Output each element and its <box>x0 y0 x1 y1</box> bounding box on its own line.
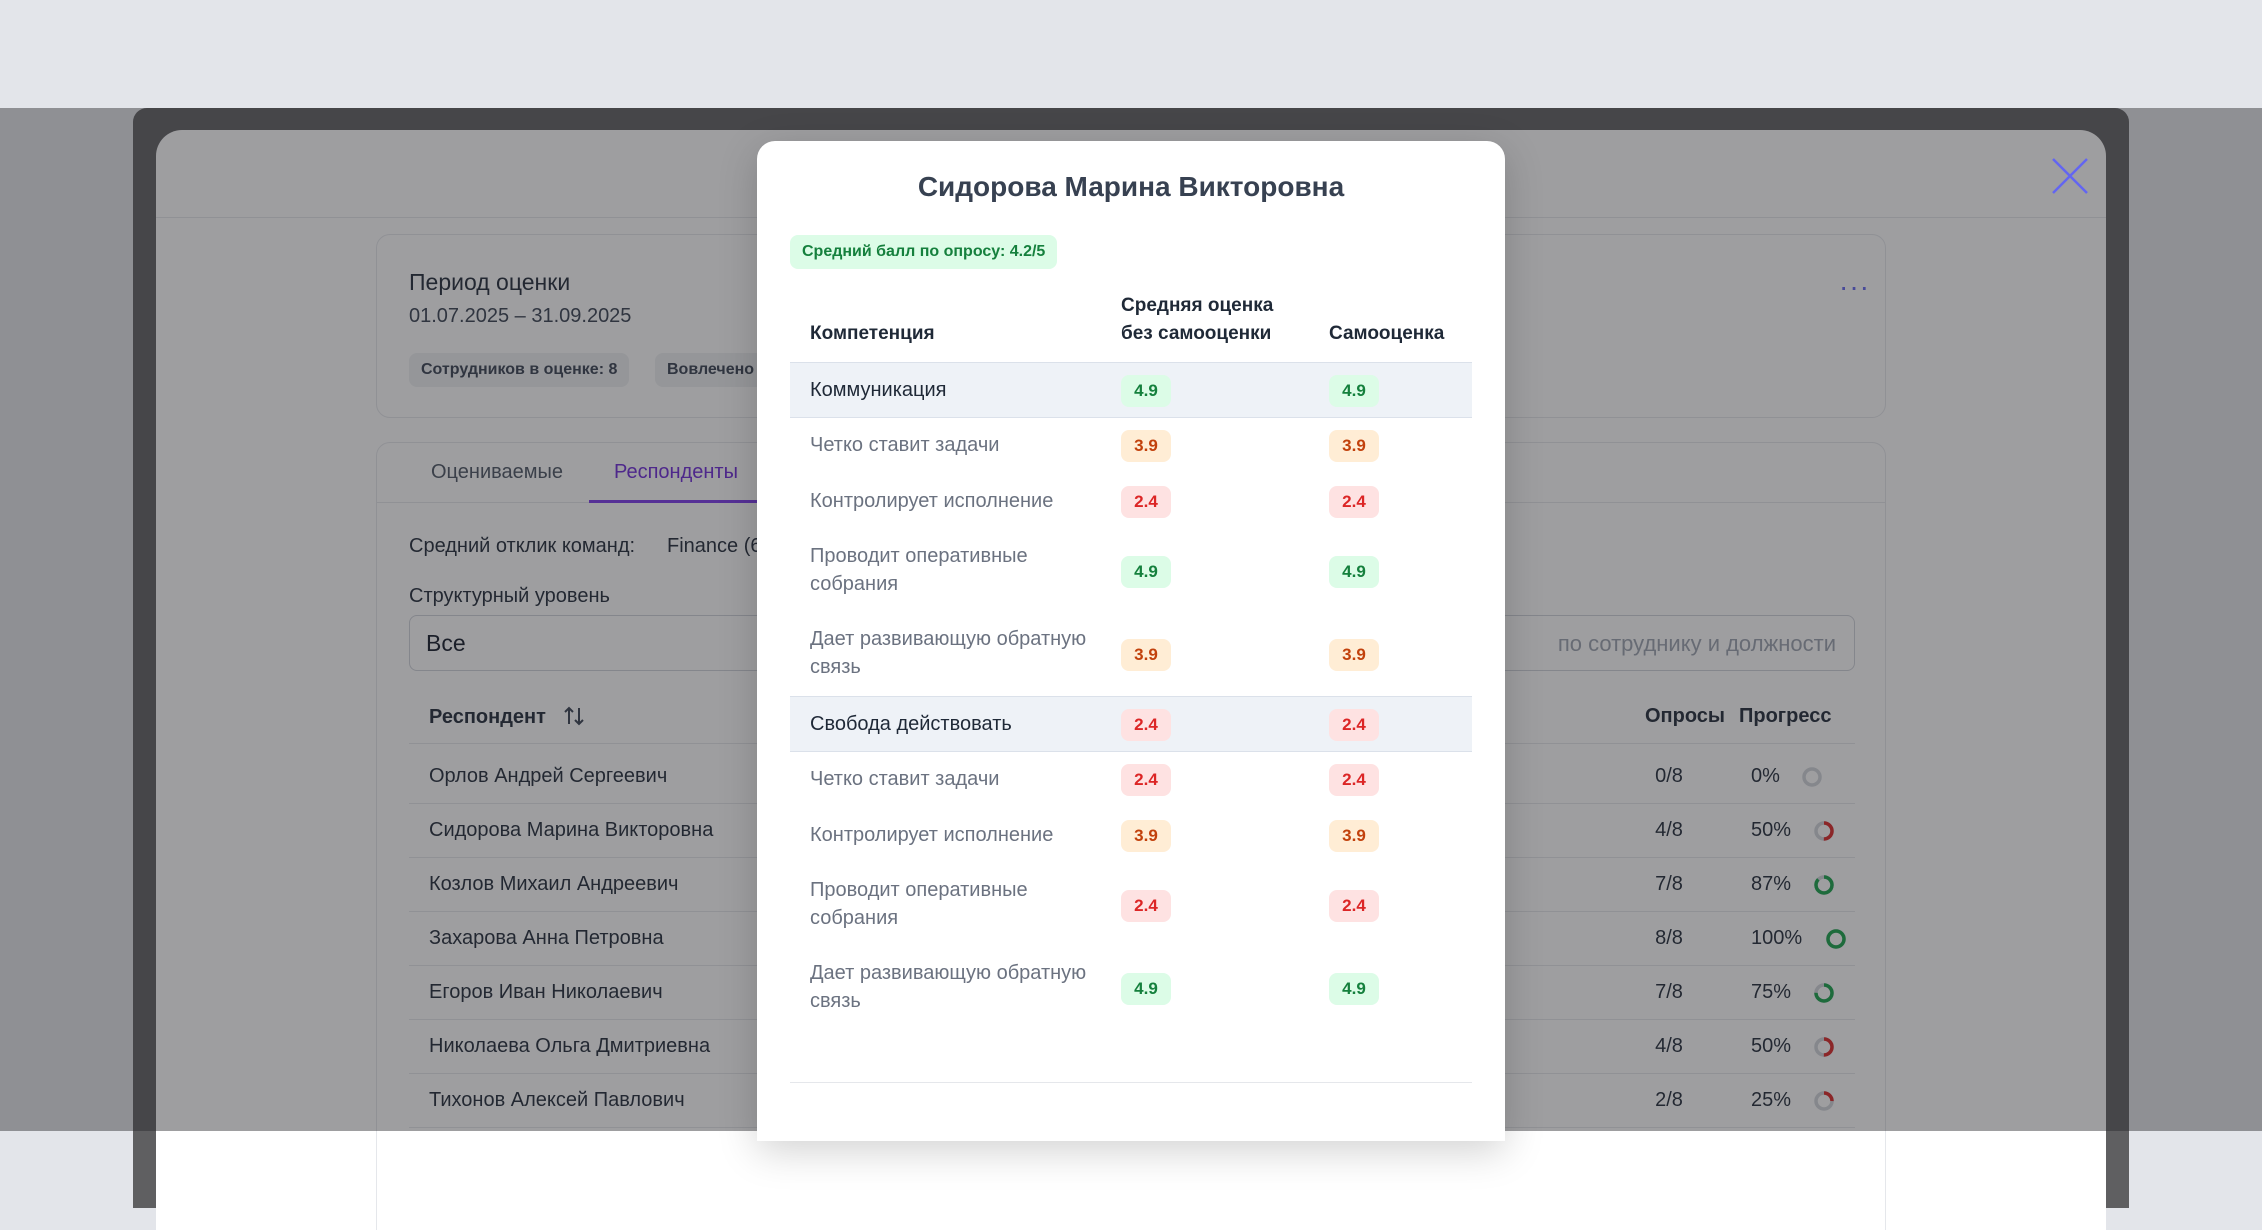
competency-label: Дает развивающую обратную связь <box>810 962 1087 1012</box>
modal-footer-divider <box>790 1082 1472 1083</box>
competency-row: Контролирует исполнение 3.9 3.9 <box>790 808 1472 864</box>
modal-title: Сидорова Марина Викторовна <box>917 171 1345 202</box>
self-score-badge: 4.9 <box>1329 556 1379 588</box>
avg-response-team: Finance (6 <box>667 535 762 557</box>
competency-label: Четко ставит задачи <box>810 434 1000 456</box>
competency-row: Контролирует исполнение 2.4 2.4 <box>790 474 1472 530</box>
competency-group-row: Свобода действовать 2.4 2.4 <box>790 696 1472 752</box>
self-score-badge: 4.9 <box>1329 375 1379 407</box>
progress-percent: 0% <box>1751 765 1780 787</box>
tab-evaluated[interactable]: Оцениваемые <box>431 461 563 484</box>
progress-percent: 50% <box>1751 1035 1792 1057</box>
competency-row: Четко ставит задачи 3.9 3.9 <box>790 418 1472 474</box>
competency-row: Дает развивающую обратную связь 3.9 3.9 <box>790 613 1472 696</box>
progress-column-header: Прогресс <box>1739 705 1832 727</box>
progress-ring-icon <box>1826 929 1846 949</box>
avg-score-badge: 2.4 <box>1121 890 1171 922</box>
competency-label: Контролирует исполнение <box>810 490 1054 512</box>
progress-ring-icon <box>1802 767 1822 787</box>
respondent-header-label: Респондент <box>429 706 546 728</box>
page-background <box>0 0 2262 108</box>
surveys-count: 7/8 <box>1655 981 1683 1003</box>
self-score-badge: 2.4 <box>1329 890 1379 922</box>
progress-ring-icon <box>1814 1037 1834 1057</box>
more-options-icon[interactable]: ··· <box>1839 271 1870 303</box>
involved-chip: Вовлечено <box>655 353 767 387</box>
competency-row: Дает развивающую обратную связь 4.9 4.9 <box>790 947 1472 1030</box>
self-score-badge: 2.4 <box>1329 486 1379 518</box>
self-score-badge: 3.9 <box>1329 820 1379 852</box>
competency-row: Проводит оперативные собрания 4.9 4.9 <box>790 530 1472 613</box>
competency-label: Контролирует исполнение <box>810 824 1054 846</box>
surveys-count: 4/8 <box>1655 1035 1683 1057</box>
surveys-count: 8/8 <box>1655 927 1683 949</box>
sort-icon[interactable] <box>563 705 585 727</box>
avg-score-badge: 2.4 <box>1121 764 1171 796</box>
competency-label: Четко ставит задачи <box>810 768 1000 790</box>
competency-row: Четко ставит задачи 2.4 2.4 <box>790 752 1472 808</box>
avg-score-badge: 4.9 <box>1121 375 1171 407</box>
employees-chip: Сотрудников в оценке: 8 <box>409 353 630 387</box>
period-title: Период оценки <box>409 269 571 295</box>
avg-column-header-line1: Средняя оценка <box>1121 295 1274 316</box>
respondent-name: Николаева Ольга Дмитриевна <box>429 1035 711 1057</box>
progress-percent: 87% <box>1751 873 1792 895</box>
avg-score-badge: 2.4 <box>1121 709 1171 741</box>
self-score-badge: 2.4 <box>1329 709 1379 741</box>
competency-row: Проводит оперативные собрания 2.4 2.4 <box>790 864 1472 947</box>
period-range: 01.07.2025 – 31.09.2025 <box>409 305 632 327</box>
respondent-name: Тихонов Алексей Павлович <box>429 1089 685 1111</box>
respondent-name: Козлов Михаил Андреевич <box>429 873 679 895</box>
self-column-header: Самооценка <box>1329 323 1445 344</box>
avg-column-header-line2: без самооценки <box>1121 323 1272 344</box>
progress-percent: 25% <box>1751 1089 1792 1111</box>
tab-respondents[interactable]: Респонденты <box>614 461 738 484</box>
progress-percent: 75% <box>1751 981 1792 1003</box>
competency-label: Проводит оперативные собрания <box>810 879 1028 929</box>
avg-score-badge: 3.9 <box>1121 639 1171 671</box>
respondent-name: Егоров Иван Николаевич <box>429 981 663 1003</box>
progress-ring-icon <box>1814 875 1834 895</box>
surveys-count: 7/8 <box>1655 873 1683 895</box>
avg-column-header: Средняя оценка без самооценки <box>1121 292 1273 348</box>
competency-label: Коммуникация <box>810 379 947 401</box>
surveys-column-header: Опросы <box>1645 705 1726 727</box>
competency-group-row: Коммуникация 4.9 4.9 <box>790 362 1472 418</box>
competency-column-header: Компетенция <box>810 323 935 344</box>
competency-modal: Сидорова Марина Викторовна Средний балл … <box>757 141 1505 1141</box>
avg-score-badge: 2.4 <box>1121 486 1171 518</box>
self-score-badge: 2.4 <box>1329 764 1379 796</box>
progress-ring-icon <box>1814 821 1834 841</box>
close-icon <box>2052 158 2088 194</box>
competency-label: Дает развивающую обратную связь <box>810 628 1087 678</box>
self-score-badge: 3.9 <box>1329 639 1379 671</box>
progress-ring-icon <box>1814 1091 1834 1111</box>
active-tab-indicator <box>589 500 759 503</box>
respondent-name: Сидорова Марина Викторовна <box>429 819 714 841</box>
surveys-count: 4/8 <box>1655 819 1683 841</box>
progress-percent: 50% <box>1751 819 1792 841</box>
self-score-badge: 3.9 <box>1329 430 1379 462</box>
average-score-badge: Средний балл по опросу: 4.2/5 <box>790 235 1058 269</box>
avg-score-badge: 3.9 <box>1121 430 1171 462</box>
respondent-name: Захарова Анна Петровна <box>429 927 664 949</box>
respondent-column-header[interactable]: Респондент <box>429 705 585 729</box>
surveys-count: 2/8 <box>1655 1089 1683 1111</box>
avg-score-badge: 3.9 <box>1121 820 1171 852</box>
self-score-badge: 4.9 <box>1329 973 1379 1005</box>
competency-label: Свобода действовать <box>810 713 1012 735</box>
competency-label: Проводит оперативные собрания <box>810 545 1028 595</box>
avg-response-label: Средний отклик команд: <box>409 535 636 557</box>
surveys-count: 0/8 <box>1655 765 1683 787</box>
structure-level-label: Структурный уровень <box>409 585 610 607</box>
avg-score-badge: 4.9 <box>1121 973 1171 1005</box>
avg-score-badge: 4.9 <box>1121 556 1171 588</box>
respondent-name: Орлов Андрей Сергеевич <box>429 765 668 787</box>
close-button[interactable] <box>2042 148 2098 204</box>
progress-percent: 100% <box>1751 927 1803 949</box>
progress-ring-icon <box>1814 983 1834 1003</box>
